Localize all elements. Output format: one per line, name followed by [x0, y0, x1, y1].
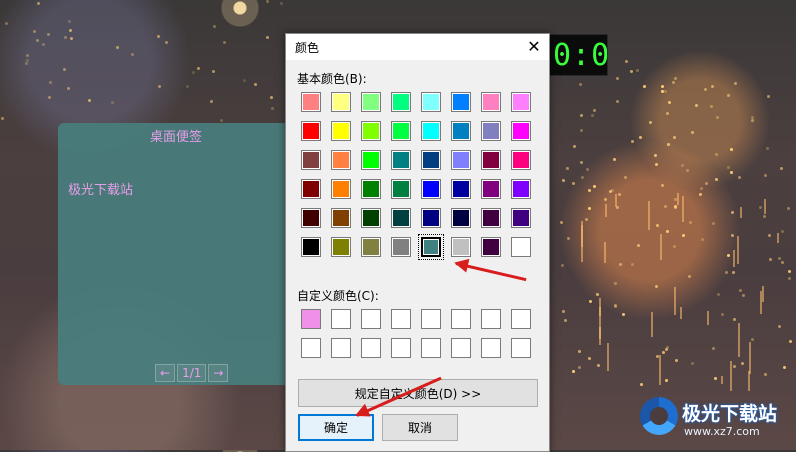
custom-color-swatch[interactable] — [421, 338, 441, 358]
basic-color-swatch[interactable] — [421, 208, 441, 228]
custom-color-swatch[interactable] — [511, 338, 531, 358]
define-custom-colors-button[interactable]: 规定自定义颜色(D) >> — [298, 379, 538, 407]
basic-color-swatch[interactable] — [301, 121, 321, 141]
basic-color-swatch[interactable] — [301, 208, 321, 228]
custom-colors-label: 自定义颜色(C): — [297, 289, 379, 303]
site-watermark: 极光下载站 www.xz7.com — [640, 393, 790, 443]
basic-color-swatch[interactable] — [511, 92, 531, 112]
basic-color-swatch[interactable] — [481, 208, 501, 228]
watermark-name: 极光下载站 — [682, 403, 778, 425]
custom-color-swatch[interactable] — [331, 309, 351, 329]
basic-color-swatch[interactable] — [391, 92, 411, 112]
sticky-note[interactable]: 桌面便签 极光下载站 ← 1/1 → — [58, 123, 294, 385]
prev-page-button[interactable]: ← — [155, 364, 176, 382]
basic-color-swatch[interactable] — [391, 121, 411, 141]
basic-color-swatch[interactable] — [301, 92, 321, 112]
custom-color-swatch[interactable] — [301, 309, 321, 329]
custom-color-swatch[interactable] — [451, 338, 471, 358]
custom-color-swatch[interactable] — [511, 309, 531, 329]
sticky-note-title: 桌面便签 — [149, 130, 202, 145]
basic-color-swatch[interactable] — [331, 121, 351, 141]
custom-color-swatch[interactable] — [421, 309, 441, 329]
basic-color-swatch[interactable] — [361, 92, 381, 112]
desktop-clock: 0:01 — [548, 34, 608, 76]
basic-color-swatch[interactable] — [421, 121, 441, 141]
custom-color-swatch[interactable] — [481, 309, 501, 329]
basic-color-swatch[interactable] — [421, 92, 441, 112]
custom-color-swatch[interactable] — [391, 338, 411, 358]
basic-color-swatch[interactable] — [451, 121, 471, 141]
custom-color-swatch[interactable] — [451, 309, 471, 329]
basic-color-swatch[interactable] — [511, 208, 531, 228]
basic-color-swatch[interactable] — [301, 237, 321, 257]
basic-color-swatch[interactable] — [421, 150, 441, 170]
basic-colors-label: 基本颜色(B): — [297, 72, 367, 86]
basic-color-swatch[interactable] — [391, 237, 411, 257]
sticky-note-content[interactable]: 极光下载站 — [68, 179, 133, 198]
basic-color-swatch[interactable] — [391, 150, 411, 170]
custom-color-swatch[interactable] — [331, 338, 351, 358]
basic-colors-grid — [301, 92, 533, 260]
custom-color-swatch[interactable] — [391, 309, 411, 329]
basic-color-swatch[interactable] — [391, 208, 411, 228]
watermark-url: www.xz7.com — [684, 425, 760, 438]
basic-color-swatch[interactable] — [391, 179, 411, 199]
custom-color-swatch[interactable] — [301, 338, 321, 358]
basic-color-swatch[interactable] — [511, 237, 531, 257]
basic-color-swatch[interactable] — [481, 237, 501, 257]
basic-color-swatch[interactable] — [361, 179, 381, 199]
basic-color-swatch[interactable] — [301, 179, 321, 199]
basic-color-swatch[interactable] — [331, 92, 351, 112]
custom-color-swatch[interactable] — [481, 338, 501, 358]
next-page-button[interactable]: → — [208, 364, 229, 382]
basic-color-swatch[interactable] — [511, 179, 531, 199]
basic-color-swatch[interactable] — [361, 150, 381, 170]
sticky-note-pager: ← 1/1 → — [155, 364, 229, 382]
basic-color-swatch[interactable] — [331, 237, 351, 257]
custom-colors-grid — [301, 309, 533, 360]
custom-color-swatch[interactable] — [361, 338, 381, 358]
basic-color-swatch[interactable] — [451, 208, 471, 228]
basic-color-swatch[interactable] — [451, 179, 471, 199]
basic-color-swatch[interactable] — [451, 237, 471, 257]
watermark-logo-icon — [640, 397, 678, 435]
dialog-title: 颜色 — [295, 41, 320, 55]
close-icon[interactable]: ✕ — [519, 34, 549, 60]
basic-color-swatch[interactable] — [361, 121, 381, 141]
dialog-titlebar[interactable]: 颜色 ✕ — [286, 34, 549, 60]
basic-color-swatch[interactable] — [451, 92, 471, 112]
basic-color-swatch[interactable] — [481, 150, 501, 170]
custom-color-swatch[interactable] — [361, 309, 381, 329]
basic-color-swatch[interactable] — [331, 208, 351, 228]
cancel-button[interactable]: 取消 — [382, 414, 458, 441]
basic-color-swatch[interactable] — [511, 121, 531, 141]
basic-color-swatch[interactable] — [301, 150, 321, 170]
basic-color-swatch[interactable] — [511, 150, 531, 170]
basic-color-swatch[interactable] — [418, 234, 444, 260]
basic-color-swatch[interactable] — [481, 179, 501, 199]
basic-color-swatch[interactable] — [331, 150, 351, 170]
basic-color-swatch[interactable] — [361, 208, 381, 228]
basic-color-swatch[interactable] — [481, 92, 501, 112]
basic-color-swatch[interactable] — [451, 150, 471, 170]
page-indicator: 1/1 — [177, 364, 207, 382]
basic-color-swatch[interactable] — [361, 237, 381, 257]
basic-color-swatch[interactable] — [421, 179, 441, 199]
basic-color-swatch[interactable] — [331, 179, 351, 199]
basic-color-swatch[interactable] — [481, 121, 501, 141]
